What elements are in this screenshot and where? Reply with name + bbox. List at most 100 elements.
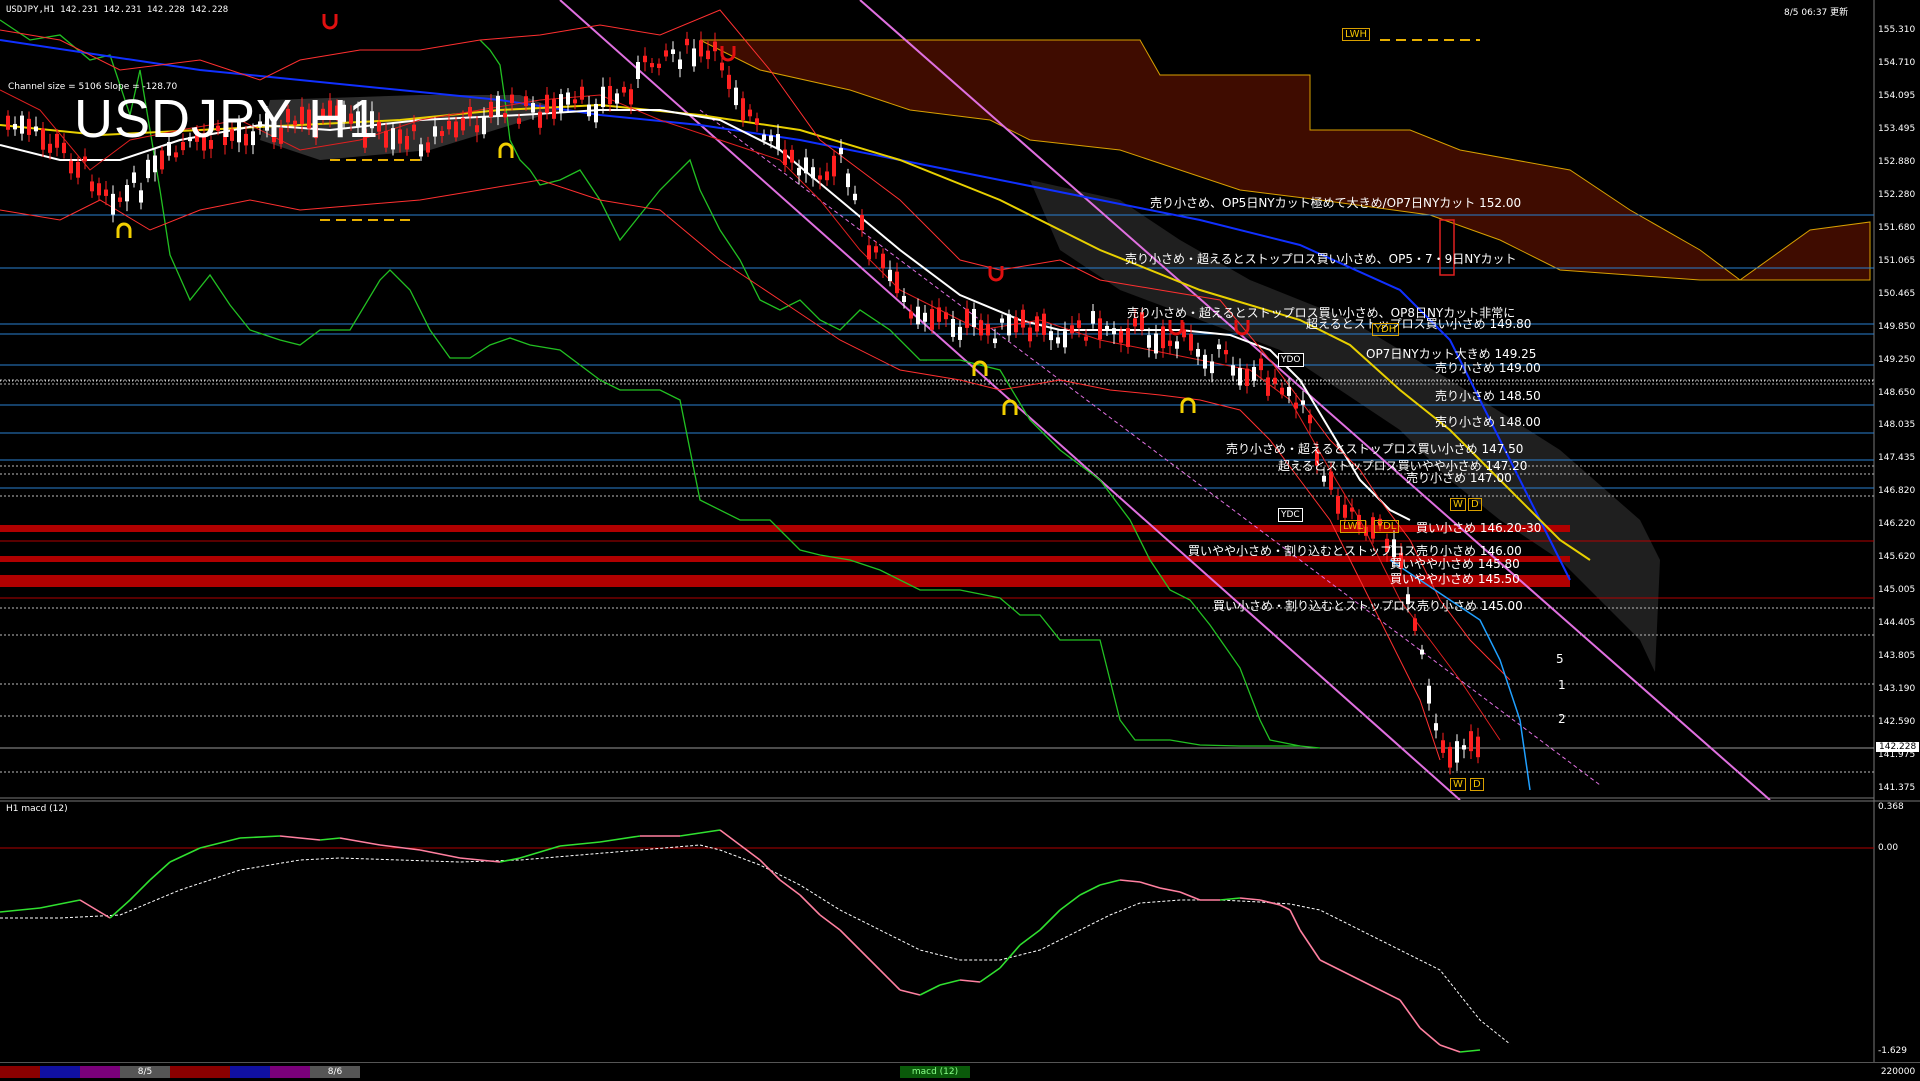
candle-body xyxy=(174,152,178,158)
candle-body xyxy=(643,55,647,63)
candle-body xyxy=(125,184,129,202)
candle-body xyxy=(433,126,437,137)
candle-body xyxy=(608,85,612,105)
candle-body xyxy=(720,62,724,71)
candle-body xyxy=(1238,368,1242,386)
candle-body xyxy=(986,324,990,336)
note-149-25: OP7日NYカット大きめ 149.25 xyxy=(1366,347,1537,361)
candle-body xyxy=(615,93,619,104)
candle-body xyxy=(944,312,948,320)
candle-body xyxy=(1189,334,1193,351)
macd-label: H1 macd (12) xyxy=(6,804,68,814)
candle-body xyxy=(874,246,878,253)
candle-body xyxy=(1021,309,1025,328)
candle-body xyxy=(790,149,794,163)
candle-body xyxy=(1007,314,1011,336)
candle-body xyxy=(146,159,150,179)
price-scale-label: 155.310 xyxy=(1878,25,1916,35)
note-148-50: 売り小さめ 148.50 xyxy=(1435,389,1541,403)
candle-body xyxy=(1063,331,1067,348)
candle-body xyxy=(650,63,654,68)
candle-body xyxy=(587,104,591,117)
time-segment xyxy=(230,1066,270,1078)
candle-body xyxy=(531,103,535,113)
candle-body xyxy=(839,148,843,155)
candle-body xyxy=(671,49,675,54)
price-scale-label: 147.435 xyxy=(1878,453,1916,464)
candle-body xyxy=(132,172,136,183)
candle-body xyxy=(860,215,864,231)
candle-body xyxy=(1014,317,1018,333)
candle-body xyxy=(6,115,10,130)
candle-body xyxy=(1147,335,1151,348)
candle-body xyxy=(1350,507,1354,512)
candle-body xyxy=(153,155,157,173)
price-scale-label: 151.680 xyxy=(1878,222,1916,233)
candle-body xyxy=(1217,344,1221,350)
candle-body xyxy=(1070,325,1074,334)
candle-body xyxy=(853,193,857,201)
candle-body xyxy=(426,142,430,153)
ydh-tag: YDH xyxy=(1372,323,1400,336)
candle-body xyxy=(454,121,458,138)
candle-body xyxy=(1098,318,1102,340)
candle-body xyxy=(20,115,24,134)
candle-body xyxy=(1210,361,1214,374)
candle-body xyxy=(1259,358,1263,371)
candle-body xyxy=(1448,746,1452,768)
candle-body xyxy=(461,118,465,131)
price-scale-label: 148.035 xyxy=(1878,420,1916,431)
candle-body xyxy=(867,245,871,260)
candle-body xyxy=(1028,327,1032,342)
candle-body xyxy=(692,48,696,67)
macd-panel[interactable] xyxy=(0,800,1920,1062)
candle-body xyxy=(573,99,577,104)
d-tag: D xyxy=(1468,498,1482,511)
candle-body xyxy=(748,109,752,117)
note-146-20: 買い小さめ 146.20-30 xyxy=(1416,521,1542,535)
candle-body xyxy=(909,311,913,319)
price-scale-label: 153.495 xyxy=(1878,123,1916,134)
price-scale-label: 151.065 xyxy=(1878,255,1916,266)
macd-tab[interactable]: macd (12) xyxy=(900,1066,970,1078)
candle-body xyxy=(622,86,626,93)
candle-body xyxy=(1301,400,1305,405)
candle-body xyxy=(384,130,388,148)
time-axis[interactable]: 8/5 8/6 macd (12) 220000 xyxy=(0,1062,1920,1081)
candle-body xyxy=(916,306,920,325)
candle-body xyxy=(1287,387,1291,396)
time-segment xyxy=(80,1066,120,1078)
candle-body xyxy=(1420,649,1424,655)
candle-body xyxy=(937,307,941,322)
candle-body xyxy=(713,41,717,52)
candle-body xyxy=(1126,328,1130,347)
ydc-tag: YDC xyxy=(1278,508,1303,522)
candle-body xyxy=(902,295,906,303)
candle-body xyxy=(1336,495,1340,514)
candle-body xyxy=(1000,318,1004,323)
ydl-tag: YDL xyxy=(1374,520,1400,533)
candle-body xyxy=(552,99,556,119)
note-149-80: 超えるとストップロス買い小さめ 149.80 xyxy=(1306,317,1532,331)
candle-body xyxy=(965,308,969,328)
candle-body xyxy=(62,142,66,154)
candle-body xyxy=(440,131,444,136)
candle-body xyxy=(1056,337,1060,344)
time-segment xyxy=(270,1066,310,1078)
candle-body xyxy=(34,126,38,132)
candle-body xyxy=(1441,740,1445,753)
candle-body xyxy=(664,50,668,57)
candle-body xyxy=(972,308,976,327)
candle-body xyxy=(1427,685,1431,704)
candle-body xyxy=(699,40,703,57)
note-152: 売り小さめ、OP5日NYカット極めて大きめ/OP7日NYカット 152.00 xyxy=(1150,196,1522,210)
candle-body xyxy=(55,133,59,148)
candle-body xyxy=(923,312,927,322)
note-149-00: 売り小さめ 149.00 xyxy=(1435,361,1541,375)
candle-body xyxy=(13,123,17,130)
candle-body xyxy=(685,38,689,46)
time-segment xyxy=(0,1066,40,1078)
price-scale-label: 142.590 xyxy=(1878,717,1916,728)
candle-body xyxy=(503,113,507,118)
candle-body xyxy=(1273,377,1277,384)
